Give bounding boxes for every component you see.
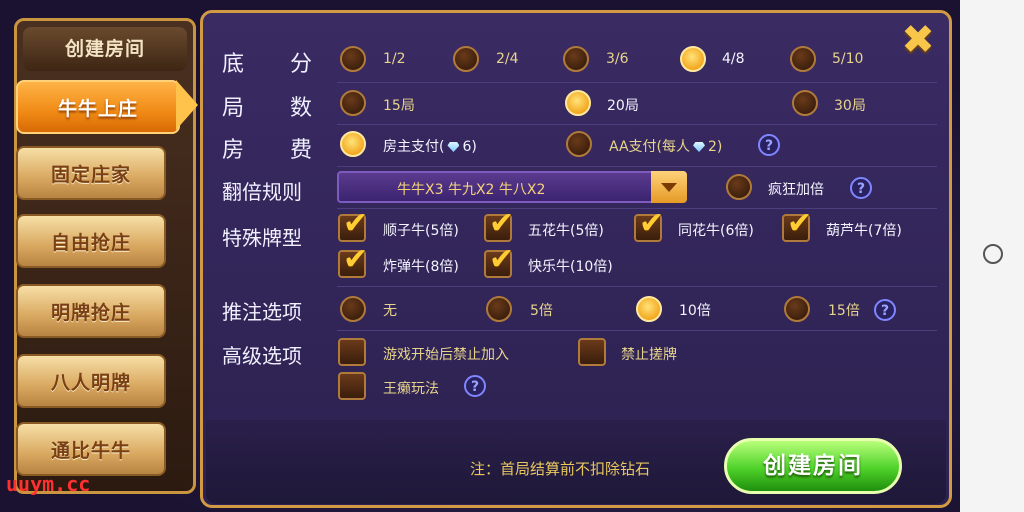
sidebar-item-open-grab[interactable]: 明牌抢庄 [16,284,166,338]
check-icon: ✔ [639,206,665,241]
checkbox-wuhua[interactable]: ✔ [484,206,514,242]
checkbox-no-join[interactable] [338,338,366,366]
checkbox-shunzi[interactable]: ✔ [338,206,368,242]
checkbox-hulu[interactable]: ✔ [782,206,812,242]
multiplier-label: 翻倍规则 [222,180,302,204]
checkbox-no-squeeze[interactable] [578,338,606,366]
push-option-label: 无 [383,303,397,319]
diamond-icon [693,142,706,152]
check-icon: ✔ [343,242,369,277]
sidebar-title: 创建房间 [23,27,187,71]
row-divider [337,82,937,83]
multiplier-value: 牛牛X3 牛九X2 牛八X2 [397,182,546,198]
check-icon: ✔ [489,206,515,241]
base-score-label-1: 底 [222,52,245,77]
diamond-icon [447,142,460,152]
help-icon[interactable]: ? [850,177,872,199]
close-icon[interactable]: ✖ [900,20,936,60]
sidebar-item-eight-open[interactable]: 八人明牌 [16,354,166,408]
radio-fee-aa[interactable] [566,131,592,157]
advanced-option-label: 王癞玩法 [383,381,439,397]
home-circle-icon[interactable] [983,244,1003,264]
help-icon[interactable]: ? [758,134,780,156]
checkbox-zhadan[interactable]: ✔ [338,242,368,278]
row-divider [337,124,937,125]
chevron-down-icon[interactable] [651,171,687,203]
sidebar-item-tongbi[interactable]: 通比牛牛 [16,422,166,476]
advanced-option-label: 游戏开始后禁止加入 [383,347,509,363]
advanced-label: 高级选项 [222,344,302,368]
check-icon: ✔ [787,206,813,241]
fee-aa-label: AA支付(每人 2) [609,139,723,155]
base-score-label-2: 分 [290,52,313,77]
rounds-option-label: 20局 [607,98,639,114]
radio-base-2-4[interactable] [453,46,479,72]
help-icon[interactable]: ? [464,375,486,397]
fee-owner-label: 房主支付(6) [383,139,477,155]
radio-base-5-10[interactable] [790,46,816,72]
active-arrow-icon [176,80,198,130]
row-divider [337,330,937,331]
radio-base-1-2[interactable] [340,46,366,72]
rounds-option-label: 30局 [834,98,866,114]
push-option-label: 15倍 [828,303,860,319]
check-icon: ✔ [343,206,369,241]
row-divider [337,208,937,209]
crazy-double-label: 疯狂加倍 [768,182,824,198]
special-option-label: 快乐牛(10倍) [528,259,613,275]
base-option-label: 4/8 [722,51,745,67]
base-option-label: 3/6 [606,51,629,67]
push-option-label: 10倍 [679,303,711,319]
row-divider [337,166,937,167]
radio-base-3-6[interactable] [563,46,589,72]
radio-push-none[interactable] [340,296,366,322]
sidebar-item-free-grab[interactable]: 自由抢庄 [16,214,166,268]
help-icon[interactable]: ? [874,299,896,321]
special-option-label: 五花牛(5倍) [528,223,604,239]
rounds-label-2: 数 [290,96,313,121]
radio-push-10[interactable] [636,296,662,322]
fee-label-1: 房 [222,138,245,163]
rounds-option-label: 15局 [383,98,415,114]
radio-rounds-30[interactable] [792,90,818,116]
radio-crazy-double[interactable] [726,174,752,200]
check-icon: ✔ [489,242,515,277]
radio-fee-owner[interactable] [340,131,366,157]
create-room-button[interactable]: 创建房间 [724,438,902,494]
push-option-label: 5倍 [530,303,553,319]
radio-push-5[interactable] [486,296,512,322]
checkbox-kuaile[interactable]: ✔ [484,242,514,278]
radio-rounds-20[interactable] [565,90,591,116]
radio-base-4-8[interactable] [680,46,706,72]
watermark: uuym.cc [6,472,91,496]
base-option-label: 2/4 [496,51,519,67]
push-label: 推注选项 [222,300,302,324]
rounds-label-1: 局 [222,96,245,121]
special-label: 特殊牌型 [222,226,302,250]
checkbox-wild-king[interactable] [338,372,366,400]
row-divider [337,286,937,287]
sidebar-item-fixed-banker[interactable]: 固定庄家 [16,146,166,200]
radio-push-15[interactable] [784,296,810,322]
special-option-label: 顺子牛(5倍) [383,223,459,239]
special-option-label: 炸弹牛(8倍) [383,259,459,275]
radio-rounds-15[interactable] [340,90,366,116]
base-option-label: 1/2 [383,51,406,67]
multiplier-dropdown[interactable]: 牛牛X3 牛九X2 牛八X2 [337,171,687,203]
special-option-label: 同花牛(6倍) [678,223,754,239]
footer-note: 注：首局结算前不扣除钻石 [470,460,651,478]
sidebar-item-niuniu-shangzhuang[interactable]: 牛牛上庄 [16,80,180,134]
checkbox-tonghua[interactable]: ✔ [634,206,664,242]
advanced-option-label: 禁止搓牌 [621,347,677,363]
base-option-label: 5/10 [832,51,864,67]
fee-label-2: 费 [290,138,313,163]
special-option-label: 葫芦牛(7倍) [826,223,902,239]
